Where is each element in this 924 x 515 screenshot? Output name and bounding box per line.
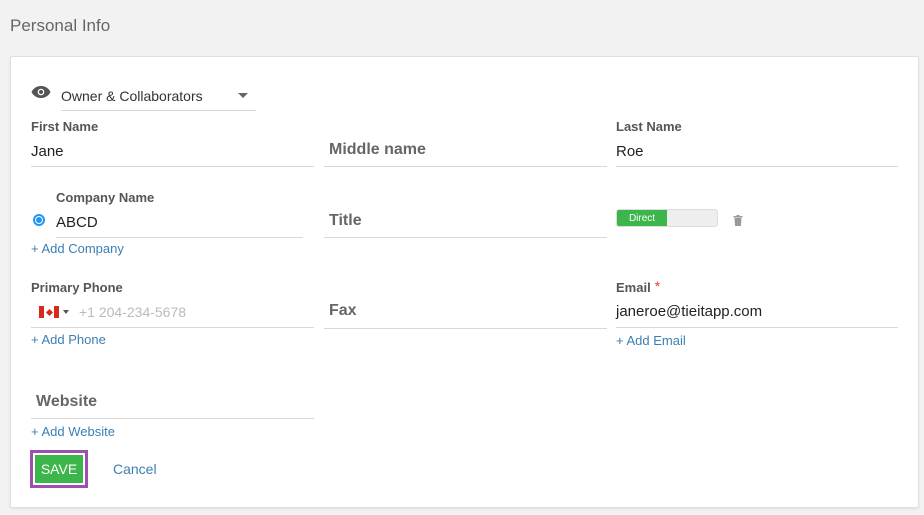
- add-phone-link[interactable]: + Add Phone: [31, 332, 106, 347]
- last-name-label: Last Name: [616, 119, 682, 134]
- email-value: janeroe@tieitapp.com: [616, 302, 763, 320]
- add-website-link[interactable]: + Add Website: [31, 424, 115, 439]
- website-placeholder: Website: [36, 392, 98, 410]
- last-name-field[interactable]: Roe: [616, 137, 898, 167]
- chevron-down-icon: [238, 93, 248, 98]
- chevron-down-icon: [63, 310, 69, 314]
- personal-info-card: Owner & Collaborators First Name Jane Mi…: [10, 56, 919, 508]
- visibility-selected: Owner & Collaborators: [61, 87, 203, 104]
- email-label-row: Email *: [616, 278, 660, 295]
- direct-toggle[interactable]: Direct: [616, 209, 718, 227]
- fax-field[interactable]: Fax: [324, 294, 607, 329]
- company-name-label: Company Name: [56, 190, 155, 205]
- direct-toggle-label: Direct: [617, 210, 667, 226]
- primary-company-radio[interactable]: [33, 214, 45, 226]
- eye-icon: [31, 85, 51, 99]
- country-code-dropdown[interactable]: [39, 306, 69, 318]
- first-name-label: First Name: [31, 119, 99, 134]
- fax-placeholder: Fax: [329, 302, 357, 319]
- save-button[interactable]: SAVE: [35, 455, 83, 483]
- middle-name-placeholder: Middle name: [329, 140, 426, 158]
- cancel-button[interactable]: Cancel: [113, 461, 157, 477]
- required-mark: *: [654, 278, 661, 294]
- add-company-link[interactable]: + Add Company: [31, 241, 124, 256]
- primary-phone-label: Primary Phone: [31, 280, 123, 295]
- first-name-field[interactable]: Jane: [31, 137, 314, 167]
- visibility-dropdown[interactable]: Owner & Collaborators: [61, 81, 256, 111]
- save-button-focus-ring: SAVE: [30, 450, 88, 488]
- visibility-selector-row: [31, 85, 51, 99]
- middle-name-field[interactable]: Middle name: [324, 133, 607, 167]
- first-name-value: Jane: [31, 143, 64, 160]
- last-name-value: Roe: [616, 143, 644, 160]
- title-field[interactable]: Title: [324, 204, 607, 238]
- email-label: Email: [616, 280, 651, 295]
- company-name-value: ABCD: [56, 214, 98, 231]
- email-field[interactable]: janeroe@tieitapp.com: [616, 295, 898, 328]
- trash-icon[interactable]: [733, 213, 743, 231]
- add-email-link[interactable]: + Add Email: [616, 333, 686, 348]
- title-placeholder: Title: [329, 211, 362, 229]
- website-field[interactable]: Website: [31, 385, 314, 419]
- primary-phone-field[interactable]: +1 204-234-5678: [31, 297, 314, 328]
- company-name-field[interactable]: ABCD: [56, 208, 303, 238]
- page-title: Personal Info: [10, 16, 111, 35]
- canada-flag-icon: [39, 306, 59, 318]
- primary-phone-placeholder: +1 204-234-5678: [79, 304, 187, 320]
